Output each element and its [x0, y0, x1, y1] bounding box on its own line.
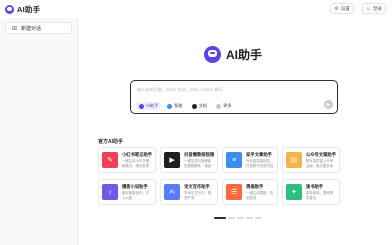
report-icon: ☰	[226, 184, 243, 200]
document-icon	[191, 103, 197, 109]
new-chat-icon: ⊞	[12, 25, 18, 32]
login-label: 登录	[373, 5, 382, 11]
assistant-card[interactable]: ✍ 论文写作助手 学术论文写作，规范严谨	[160, 179, 219, 205]
tool-label: 文档	[198, 103, 208, 108]
video-icon: ▶	[164, 152, 181, 168]
assistant-card[interactable]: ✎ 小红书笔记助手 一键生成小红书爆款笔记，带你发现好物	[98, 147, 157, 173]
carousel-pager	[214, 217, 262, 219]
header-actions: ⚙ 设置 ☺ 登录	[330, 3, 386, 14]
more-icon	[216, 103, 222, 109]
tool-smart[interactable]: 智能	[164, 102, 185, 110]
card-desc: 学术论文写作，规范严谨	[184, 191, 212, 200]
assistant-icon	[139, 103, 144, 109]
notebook-icon: ✎	[102, 152, 118, 168]
assistant-card[interactable]: ▤ 公众号文案助手 撰写高质量公众号文案，吸引更多读者	[281, 147, 340, 173]
pager-dot[interactable]	[214, 217, 226, 219]
doc-icon: ▤	[285, 152, 302, 168]
card-title: 抖音爆款短视频	[184, 152, 215, 158]
article-icon: ≡	[226, 152, 243, 168]
card-desc: 一键生成周报，告别加班	[246, 191, 274, 200]
assistant-card[interactable]: ▶ 抖音爆款短视频 一键生成抖音爆款短视频脚本，速涨粉丝	[160, 147, 219, 173]
card-desc: 专业高质量回答，打造知乎优质内容	[246, 159, 274, 168]
chat-input[interactable]	[137, 85, 317, 94]
assistant-card[interactable]: ♪ 播客小说助手 精彩故事创作，引人入胜	[98, 179, 157, 205]
pager-dot[interactable]	[246, 217, 253, 219]
new-chat-button[interactable]: ⊞ 新建对话	[5, 22, 72, 34]
logo-icon	[5, 4, 14, 14]
hero: AI助手	[204, 46, 262, 63]
settings-icon: ⚙	[334, 5, 339, 12]
pager-dot[interactable]	[228, 217, 235, 219]
hero-title: AI助手	[226, 48, 263, 62]
send-icon: ▶	[326, 101, 331, 108]
card-desc: 精彩故事创作，引人入胜	[122, 191, 150, 200]
sidebar: ⊞ 新建对话	[0, 18, 78, 245]
card-desc: 高效阅读，提炼精华要点	[305, 191, 334, 200]
paper-icon: ✍	[164, 184, 181, 200]
assistant-card[interactable]: ≡ 知乎文章助手 专业高质量回答，打造知乎优质内容	[222, 147, 278, 173]
card-title: 读书助手	[305, 184, 324, 190]
pager-dot[interactable]	[255, 217, 262, 219]
smart-icon	[167, 103, 173, 109]
user-icon: ☺	[365, 5, 371, 12]
card-title: 播客小说助手	[122, 184, 148, 190]
book-icon: ✦	[285, 184, 302, 200]
settings-button[interactable]: ⚙ 设置	[330, 3, 354, 14]
card-desc: 撰写高质量公众号文案，吸引更多读者	[305, 159, 334, 168]
tool-label: 更多	[223, 103, 232, 108]
tool-more[interactable]: 更多	[213, 102, 234, 110]
settings-label: 设置	[340, 5, 350, 11]
send-button[interactable]: ▶	[324, 100, 333, 109]
tool-label: 智能	[174, 103, 183, 108]
new-chat-label: 新建对话	[21, 25, 42, 32]
card-desc: 一键生成小红书爆款笔记，带你发现好物	[122, 159, 150, 168]
podcast-icon: ♪	[102, 184, 118, 200]
card-title: 论文写作助手	[184, 184, 210, 190]
tool-assistant[interactable]: AI助手	[136, 102, 162, 110]
tool-label: AI助手	[146, 103, 159, 108]
card-title: 小红书笔记助手	[122, 152, 153, 158]
app-logo[interactable]: AI助手	[5, 4, 40, 15]
card-title: 公众号文案助手	[305, 152, 336, 158]
assistant-cards: ✎ 小红书笔记助手 一键生成小红书爆款笔记，带你发现好物 ▶ 抖音爆款短视频 一…	[98, 147, 340, 205]
login-button[interactable]: ☺ 登录	[361, 3, 386, 14]
card-desc: 一键生成抖音爆款短视频脚本，速涨粉丝	[184, 159, 212, 168]
pager-dot[interactable]	[237, 217, 244, 219]
assistant-logo-icon	[204, 46, 221, 63]
assistant-card[interactable]: ☰ 周报助手 一键生成周报，告别加班	[222, 179, 278, 205]
card-title: 知乎文章助手	[246, 152, 272, 158]
top-bar: AI助手 ⚙ 设置 ☺ 登录	[0, 0, 392, 18]
chat-box: AI助手 智能 文档 更多 ▶	[130, 80, 338, 114]
card-title: 周报助手	[246, 184, 264, 190]
app-title: AI助手	[17, 4, 41, 14]
section-title: 官方AI助手	[98, 139, 124, 145]
chat-tools: AI助手 智能 文档 更多	[136, 102, 235, 110]
assistant-card[interactable]: ✦ 读书助手 高效阅读，提炼精华要点	[281, 179, 340, 205]
tool-document[interactable]: 文档	[189, 102, 210, 110]
